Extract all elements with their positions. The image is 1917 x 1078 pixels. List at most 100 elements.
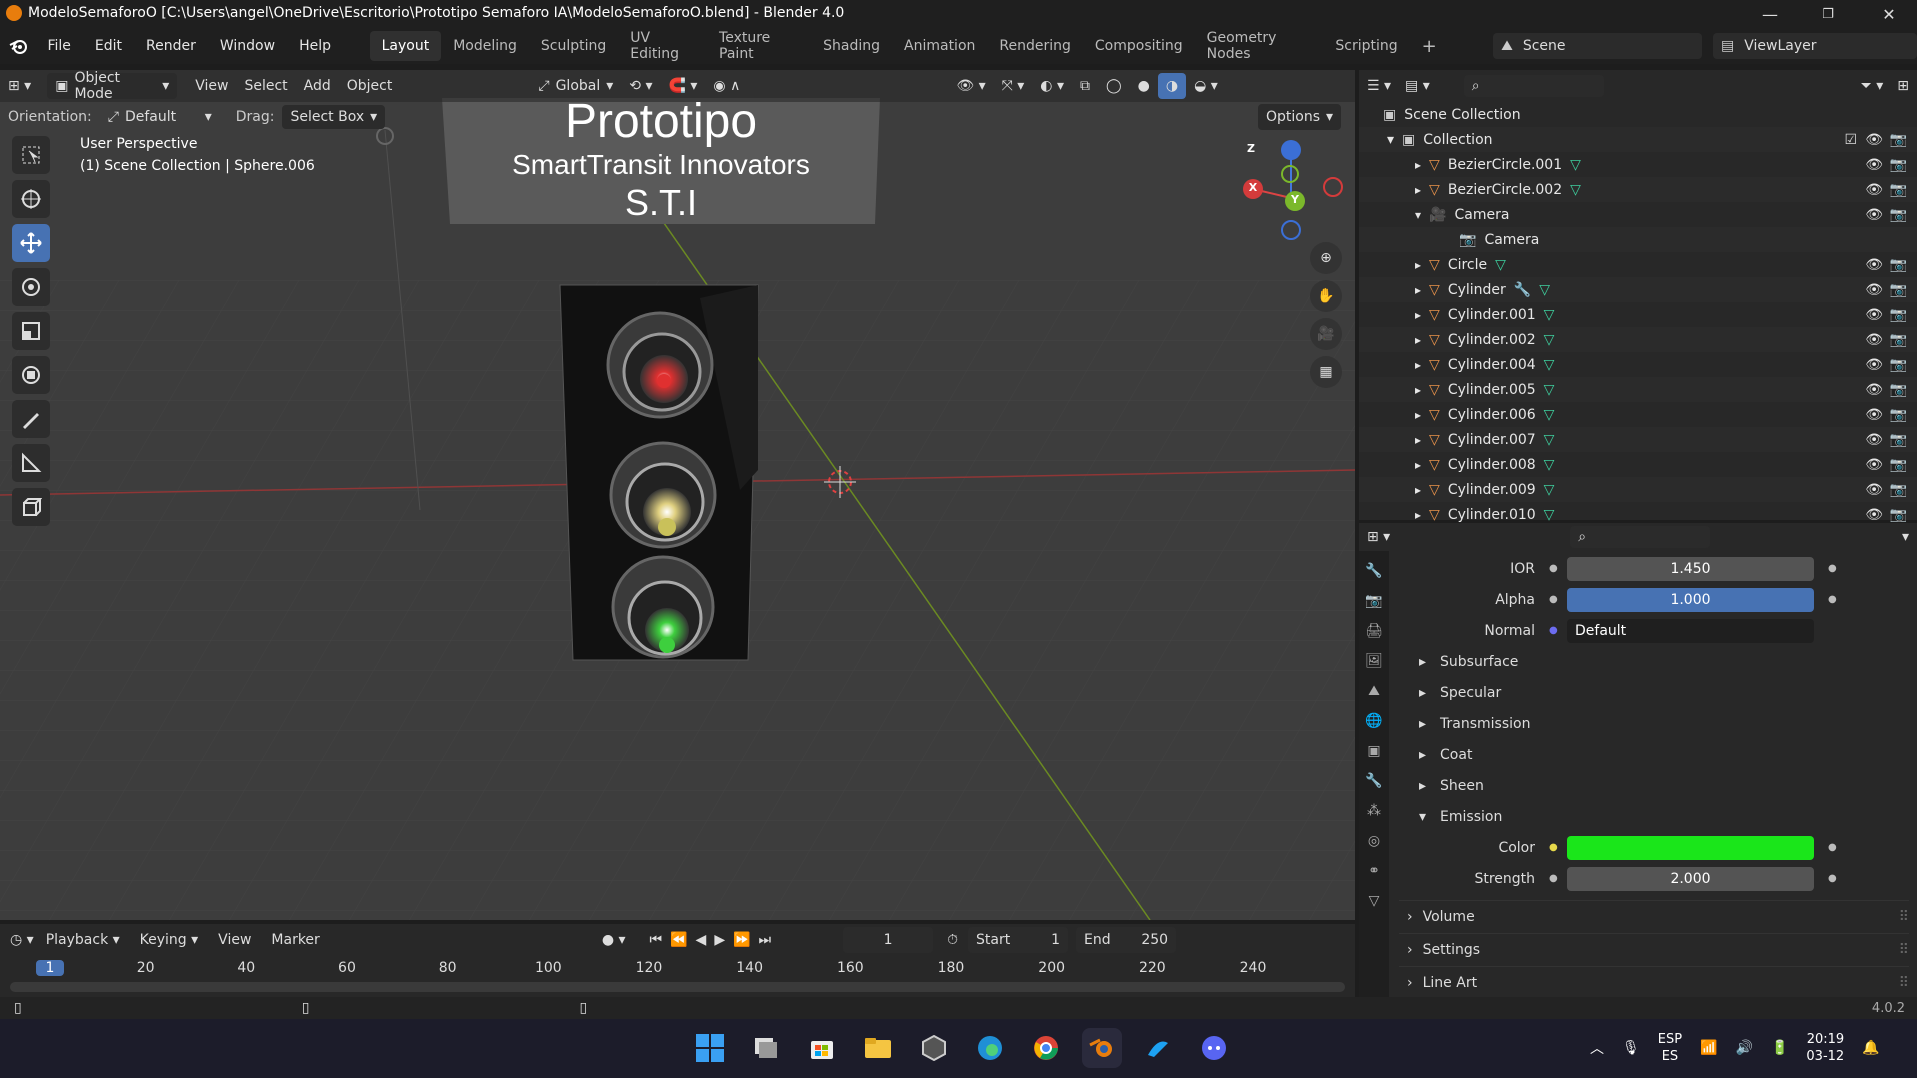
- scene-selector[interactable]: ⛰ Scene: [1493, 33, 1703, 59]
- expand-right-icon[interactable]: ▸: [1415, 158, 1421, 172]
- outliner-editor-icon[interactable]: ☰ ▾: [1367, 78, 1391, 94]
- menu-render[interactable]: Render: [134, 28, 208, 64]
- edge-browser-icon[interactable]: [970, 1028, 1010, 1068]
- playback-controls[interactable]: ⏮⏪◀▶⏩⏭: [650, 932, 780, 948]
- workspace-tab-layout[interactable]: Layout: [369, 31, 442, 61]
- camera-render-icon[interactable]: 📷: [1890, 182, 1907, 198]
- scene-collection-row[interactable]: ▣ Scene Collection: [1359, 102, 1917, 127]
- shading-material-icon[interactable]: ◑: [1157, 73, 1187, 99]
- subpanel-sheen[interactable]: ▸ Sheen: [1399, 770, 1909, 801]
- workspace-tab-shading[interactable]: Shading: [811, 31, 892, 61]
- pivot-icon[interactable]: ⟲ ▾: [621, 73, 660, 99]
- shading-rendered-icon[interactable]: ◒ ▾: [1186, 73, 1226, 99]
- windows-start-icon[interactable]: [690, 1028, 730, 1068]
- 3d-viewport[interactable]: Z X Y Prototipo SmartTransit Innovators …: [0, 70, 1355, 920]
- eye-icon[interactable]: 👁: [1865, 282, 1883, 298]
- shading-wireframe-icon[interactable]: ◯: [1098, 73, 1130, 99]
- xray-icon[interactable]: ⧉: [1072, 73, 1098, 99]
- workspace-tab-uv-editing[interactable]: UV Editing: [618, 30, 707, 62]
- eye-icon[interactable]: 👁: [1865, 257, 1883, 273]
- timeline-ruler[interactable]: 1 20 40 60 80 100 120 140 160 180 200 220 240: [0, 958, 1355, 982]
- expand-down-icon[interactable]: ▾: [1387, 132, 1394, 148]
- chrome-browser-icon[interactable]: [1026, 1028, 1066, 1068]
- eye-icon[interactable]: 👁: [1865, 307, 1883, 323]
- editor-type-icon[interactable]: ⊞ ▾: [0, 73, 39, 99]
- viewport-menu-object[interactable]: Object: [339, 73, 401, 99]
- eye-icon[interactable]: 👁: [1865, 182, 1883, 198]
- keyframe-dot-icon[interactable]: ●: [1828, 563, 1837, 574]
- transform-orientation-dropdown[interactable]: ⤢ Global ▾: [530, 73, 621, 99]
- current-frame-field[interactable]: 1: [843, 927, 934, 953]
- zoom-icon[interactable]: ⊕: [1310, 242, 1342, 274]
- options-dropdown[interactable]: Options ▾: [1258, 104, 1342, 130]
- workspace-tab-modeling[interactable]: Modeling: [441, 31, 529, 61]
- workspace-tab-geometry-nodes[interactable]: Geometry Nodes: [1195, 30, 1324, 62]
- camera-render-icon[interactable]: 📷: [1890, 432, 1907, 448]
- outliner-row[interactable]: ▸ ▽ Circle ▽ 👁 📷: [1359, 252, 1917, 277]
- annotate-tool-icon[interactable]: [12, 400, 50, 438]
- camera-render-icon[interactable]: 📷: [1890, 207, 1907, 223]
- expand-right-icon[interactable]: ▸: [1415, 408, 1421, 422]
- camera-render-icon[interactable]: 📷: [1890, 132, 1907, 148]
- shading-solid-icon[interactable]: ●: [1130, 73, 1158, 99]
- eye-icon[interactable]: 👁: [1865, 507, 1883, 523]
- gizmo-y-label[interactable]: Y: [1290, 193, 1300, 206]
- camera-render-icon[interactable]: 📷: [1890, 157, 1907, 173]
- properties-editor-icon[interactable]: ⊞ ▾: [1367, 529, 1390, 545]
- output-tab-icon[interactable]: 🖨: [1365, 623, 1383, 639]
- menu-window[interactable]: Window: [208, 28, 287, 64]
- outliner-row[interactable]: ▸ ▽ Cylinder.009 ▽ 👁 📷: [1359, 477, 1917, 502]
- file-explorer-icon[interactable]: [858, 1028, 898, 1068]
- outliner-row[interactable]: ▸ ▽ Cylinder 🔧 ▽ 👁 📷: [1359, 277, 1917, 302]
- drag-dropdown[interactable]: Select Box ▾: [282, 105, 386, 129]
- chevron-down-icon[interactable]: ▾: [1902, 529, 1909, 545]
- battery-icon[interactable]: 🔋: [1771, 1040, 1788, 1056]
- outliner-row[interactable]: ▸ ▽ BezierCircle.001 ▽ 👁 📷: [1359, 152, 1917, 177]
- minimize-button[interactable]: —: [1747, 0, 1793, 28]
- eye-icon[interactable]: 👁: [1865, 407, 1883, 423]
- menu-file[interactable]: File: [35, 28, 82, 64]
- outliner-row[interactable]: ▸ ▽ BezierCircle.002 ▽ 👁 📷: [1359, 177, 1917, 202]
- camera-render-icon[interactable]: 📷: [1890, 257, 1907, 273]
- clock[interactable]: 20:19 03-12: [1806, 1031, 1844, 1065]
- expand-right-icon[interactable]: ▸: [1415, 508, 1421, 522]
- properties-search-input[interactable]: ⌕: [1570, 526, 1711, 548]
- expand-right-icon[interactable]: ▸: [1415, 433, 1421, 447]
- subpanel-coat[interactable]: ▸ Coat: [1399, 739, 1909, 770]
- close-button[interactable]: ✕: [1866, 0, 1912, 28]
- object-tab-icon[interactable]: ▣: [1367, 743, 1380, 759]
- render-tab-icon[interactable]: 📷: [1365, 593, 1382, 609]
- camera-render-icon[interactable]: 📷: [1890, 382, 1907, 398]
- eye-icon[interactable]: 👁: [1865, 457, 1883, 473]
- timeline-menu-keying[interactable]: Keying ▾: [132, 927, 207, 953]
- eye-icon[interactable]: 👁: [1865, 332, 1883, 348]
- expand-right-icon[interactable]: ▸: [1415, 458, 1421, 472]
- camera-render-icon[interactable]: 📷: [1890, 357, 1907, 373]
- eye-icon[interactable]: 👁: [1865, 482, 1883, 498]
- workspace-tab-texture-paint[interactable]: Texture Paint: [707, 30, 811, 62]
- measure-tool-icon[interactable]: [12, 444, 50, 482]
- view-layer-tab-icon[interactable]: 🖼: [1365, 653, 1383, 669]
- outliner-row[interactable]: ▸ ▽ Cylinder.006 ▽ 👁 📷: [1359, 402, 1917, 427]
- world-tab-icon[interactable]: 🌐: [1365, 713, 1382, 729]
- visibility-icon[interactable]: 👁 ▾: [948, 73, 993, 99]
- timeline-scrollbar[interactable]: [10, 982, 1345, 992]
- keyframe-dot-icon[interactable]: ●: [1828, 594, 1837, 605]
- particles-tab-icon[interactable]: ⁂: [1367, 803, 1381, 819]
- section-volume[interactable]: › Volume ⠿: [1399, 900, 1909, 933]
- gizmo-z-label[interactable]: Z: [1246, 142, 1256, 155]
- eye-icon[interactable]: 👁: [1865, 132, 1883, 148]
- collection-row[interactable]: ▾ ▣ Collection ☑ 👁 📷: [1359, 127, 1917, 152]
- timeline-menu-marker[interactable]: Marker: [263, 927, 327, 953]
- drag-handle-icon[interactable]: ⠿: [1899, 909, 1909, 925]
- eye-icon[interactable]: 👁: [1865, 432, 1883, 448]
- microsoft-store-icon[interactable]: [802, 1028, 842, 1068]
- mode-dropdown[interactable]: ▣ Object Mode ▾: [47, 70, 178, 102]
- physics-tab-icon[interactable]: ◎: [1368, 833, 1380, 849]
- camera-render-icon[interactable]: 📷: [1890, 457, 1907, 473]
- camera-render-icon[interactable]: 📷: [1890, 407, 1907, 423]
- subpanel-subsurface[interactable]: ▸ Subsurface: [1399, 646, 1909, 677]
- keyframe-dot-icon[interactable]: ●: [1828, 842, 1837, 853]
- volume-icon[interactable]: 🔊: [1736, 1040, 1753, 1056]
- proportional-edit-icon[interactable]: ◉ ∧: [705, 73, 748, 99]
